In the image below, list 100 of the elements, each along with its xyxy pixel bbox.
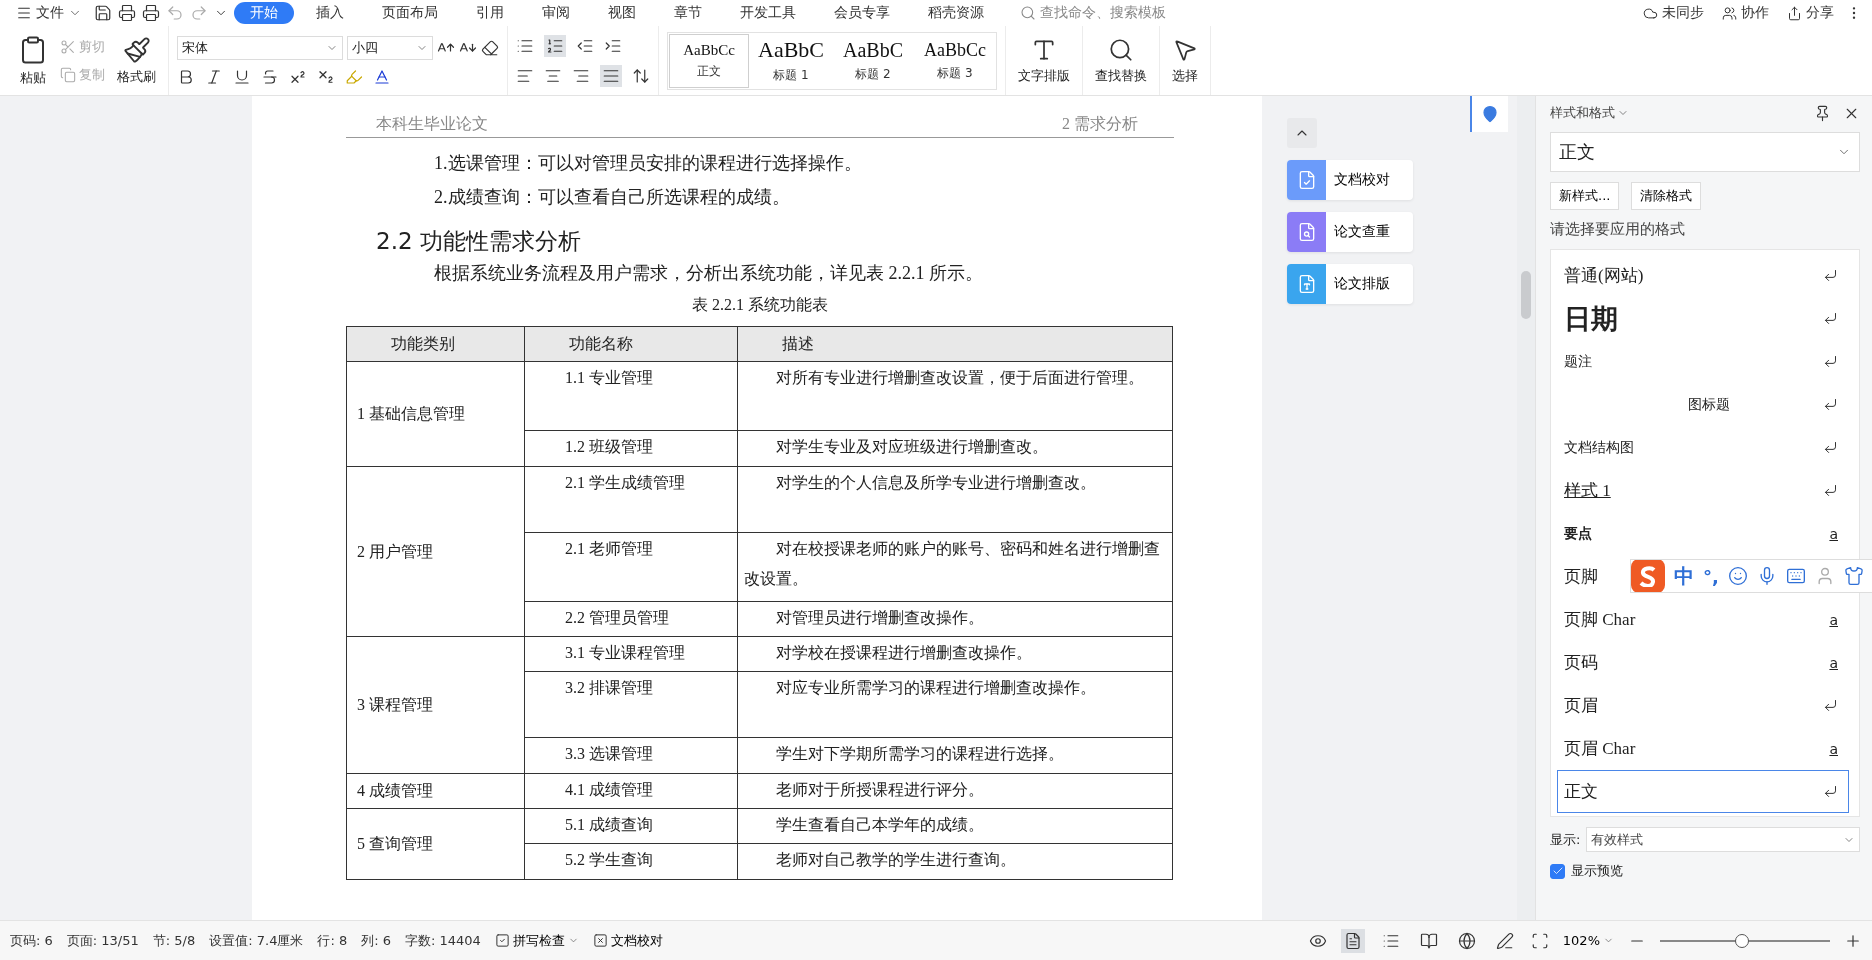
header-action[interactable]: 协作 xyxy=(1716,4,1775,22)
strikethrough-icon[interactable] xyxy=(261,67,279,86)
style-preset-label: 正文 xyxy=(697,62,721,80)
style-item[interactable]: 页眉 xyxy=(1557,684,1849,727)
scrollbar-thumb[interactable] xyxy=(1521,271,1531,319)
table-cell: 3.1 专业课程管理 xyxy=(524,636,738,672)
side-tool-button[interactable]: 论文查重 xyxy=(1287,212,1413,252)
header-action[interactable]: 未同步 xyxy=(1637,4,1710,22)
underline-icon[interactable] xyxy=(233,67,251,86)
table-cell: 对学校在授课程进行增删查改操作。 xyxy=(737,636,1173,672)
style-item[interactable]: 页眉 Char a xyxy=(1557,727,1849,770)
proofread-icon xyxy=(592,933,608,948)
style-item[interactable]: 要点 a xyxy=(1557,512,1849,555)
status-text: 设置值: 7.4厘米 xyxy=(209,931,304,950)
style-item[interactable]: 日期 xyxy=(1557,297,1849,340)
ribbon-tab[interactable]: 视图 xyxy=(592,2,652,24)
table-cell: 老师对于所授课程进行评分。 xyxy=(737,773,1173,809)
ribbon-tool-button[interactable]: 选择 xyxy=(1168,34,1202,87)
style-item[interactable]: 图标题 xyxy=(1557,383,1849,426)
scissors-icon xyxy=(60,38,76,55)
input-mode[interactable]: 中 xyxy=(1674,562,1694,590)
style-preview: AaBbC xyxy=(758,37,824,63)
style-item[interactable]: 普通(网站) xyxy=(1557,254,1849,297)
numbered-list-icon xyxy=(546,36,564,55)
status-text: 列: 6 xyxy=(361,931,391,950)
style-item[interactable]: 页脚 Char a xyxy=(1557,598,1849,641)
style-action-button[interactable]: 清除格式 xyxy=(1631,182,1702,210)
italic-icon[interactable] xyxy=(205,67,223,86)
style-name: 页脚 Char xyxy=(1564,609,1636,631)
printer-icon[interactable] xyxy=(118,4,136,22)
numbered-list-button[interactable] xyxy=(544,34,566,57)
print-preview-icon[interactable] xyxy=(142,4,160,22)
eraser-icon[interactable] xyxy=(481,38,499,57)
location-tab[interactable] xyxy=(1470,96,1508,132)
copy-icon xyxy=(60,66,76,83)
style-name: 正文 xyxy=(1564,781,1598,803)
proofread-button[interactable]: 文档校对 xyxy=(592,931,663,950)
pin-icon[interactable] xyxy=(1814,104,1831,122)
ribbon-tab[interactable]: 会员专享 xyxy=(818,2,906,24)
ribbon-tab[interactable]: 章节 xyxy=(658,2,718,24)
current-style-field[interactable]: 正文 xyxy=(1550,132,1860,172)
fit-icon[interactable] xyxy=(1530,931,1549,950)
style-preset-label: 标题 3 xyxy=(937,64,973,82)
style-name: 要点 xyxy=(1564,524,1592,543)
paste-button[interactable]: 粘贴 xyxy=(14,32,52,89)
table-cell: 3.2 排课管理 xyxy=(524,671,738,738)
status-text: 字数: 14404 xyxy=(405,931,481,950)
ribbon-tab[interactable]: 开发工具 xyxy=(724,2,812,24)
column-header: 功能类别 xyxy=(346,326,525,362)
table-cell: 5 查询管理 xyxy=(346,808,525,880)
panel-title[interactable]: 样式和格式 xyxy=(1550,104,1629,122)
ribbon-tool-button[interactable]: 文字排版 xyxy=(1014,34,1074,87)
ribbon-tab[interactable]: 引用 xyxy=(460,2,520,24)
file-menu[interactable]: 文件 xyxy=(10,4,88,22)
keyboard-icon[interactable] xyxy=(1785,566,1806,586)
line-spacing-icon[interactable] xyxy=(632,66,650,85)
style-action-button[interactable]: 新样式... xyxy=(1550,182,1620,210)
side-tool-button[interactable]: 论文排版 xyxy=(1287,264,1413,304)
table-cell: 4.1 成绩管理 xyxy=(524,773,738,809)
style-item[interactable]: 页码 a xyxy=(1557,641,1849,684)
format-painter-button[interactable]: 格式刷 xyxy=(113,33,160,88)
column-header: 功能名称 xyxy=(524,326,738,362)
paragraph-mark-icon xyxy=(1823,311,1838,326)
ribbon-tab[interactable]: 稻壳资源 xyxy=(912,2,1000,24)
style-item[interactable]: 正文 xyxy=(1557,770,1849,813)
justify-button[interactable] xyxy=(600,64,622,87)
style-preview: AaBbCc xyxy=(924,39,986,61)
zoom-level[interactable]: 102% xyxy=(1562,933,1614,948)
ribbon-tool-button[interactable]: 查找替换 xyxy=(1091,34,1151,87)
checkbox[interactable] xyxy=(1550,863,1565,879)
ribbon-tab[interactable]: 开始 xyxy=(234,2,294,24)
style-item[interactable]: 文档结构图 xyxy=(1557,426,1849,469)
style-name: 样式 1 xyxy=(1564,480,1611,502)
ribbon-tab[interactable]: 审阅 xyxy=(526,2,586,24)
font-name: 宋体 xyxy=(182,38,208,57)
style-preset[interactable]: AaBbCc 正文 xyxy=(668,32,750,89)
spell-check-button[interactable]: 拼写检查 xyxy=(494,931,579,950)
font-name-field[interactable]: 宋体 xyxy=(177,35,343,60)
save-icon[interactable] xyxy=(94,4,112,22)
list-item: 1.选课管理：可以对管理员安排的课程进行选择操作。 xyxy=(433,152,863,175)
style-name: 题注 xyxy=(1564,352,1592,371)
style-item[interactable]: 题注 xyxy=(1557,340,1849,383)
display-select[interactable]: 有效样式 xyxy=(1586,827,1860,852)
page-view-button[interactable] xyxy=(1340,928,1365,953)
punctuation-mode[interactable]: °, xyxy=(1703,565,1719,587)
side-tool-button[interactable]: 文档校对 xyxy=(1287,160,1413,200)
style-name: 页码 xyxy=(1564,652,1598,674)
style-item[interactable]: 样式 1 xyxy=(1557,469,1849,512)
table-cell: 学生对下学期所需学习的课程进行选择。 xyxy=(737,737,1173,774)
header-action[interactable]: 分享 xyxy=(1781,4,1840,22)
display-label: 显示: xyxy=(1550,830,1581,849)
shirt-icon[interactable] xyxy=(1843,566,1864,586)
table-cell: 2 用户管理 xyxy=(346,466,525,637)
font-size-field[interactable]: 小四 xyxy=(347,35,433,60)
ribbon-tab[interactable]: 插入 xyxy=(300,2,360,24)
emoji-icon[interactable] xyxy=(1727,566,1748,586)
ribbon-tab[interactable]: 页面布局 xyxy=(366,2,454,24)
table-cell: 1 基础信息管理 xyxy=(346,361,525,467)
paragraph-mark-icon xyxy=(1823,440,1838,455)
status-text: 页面: 13/51 xyxy=(66,931,139,950)
